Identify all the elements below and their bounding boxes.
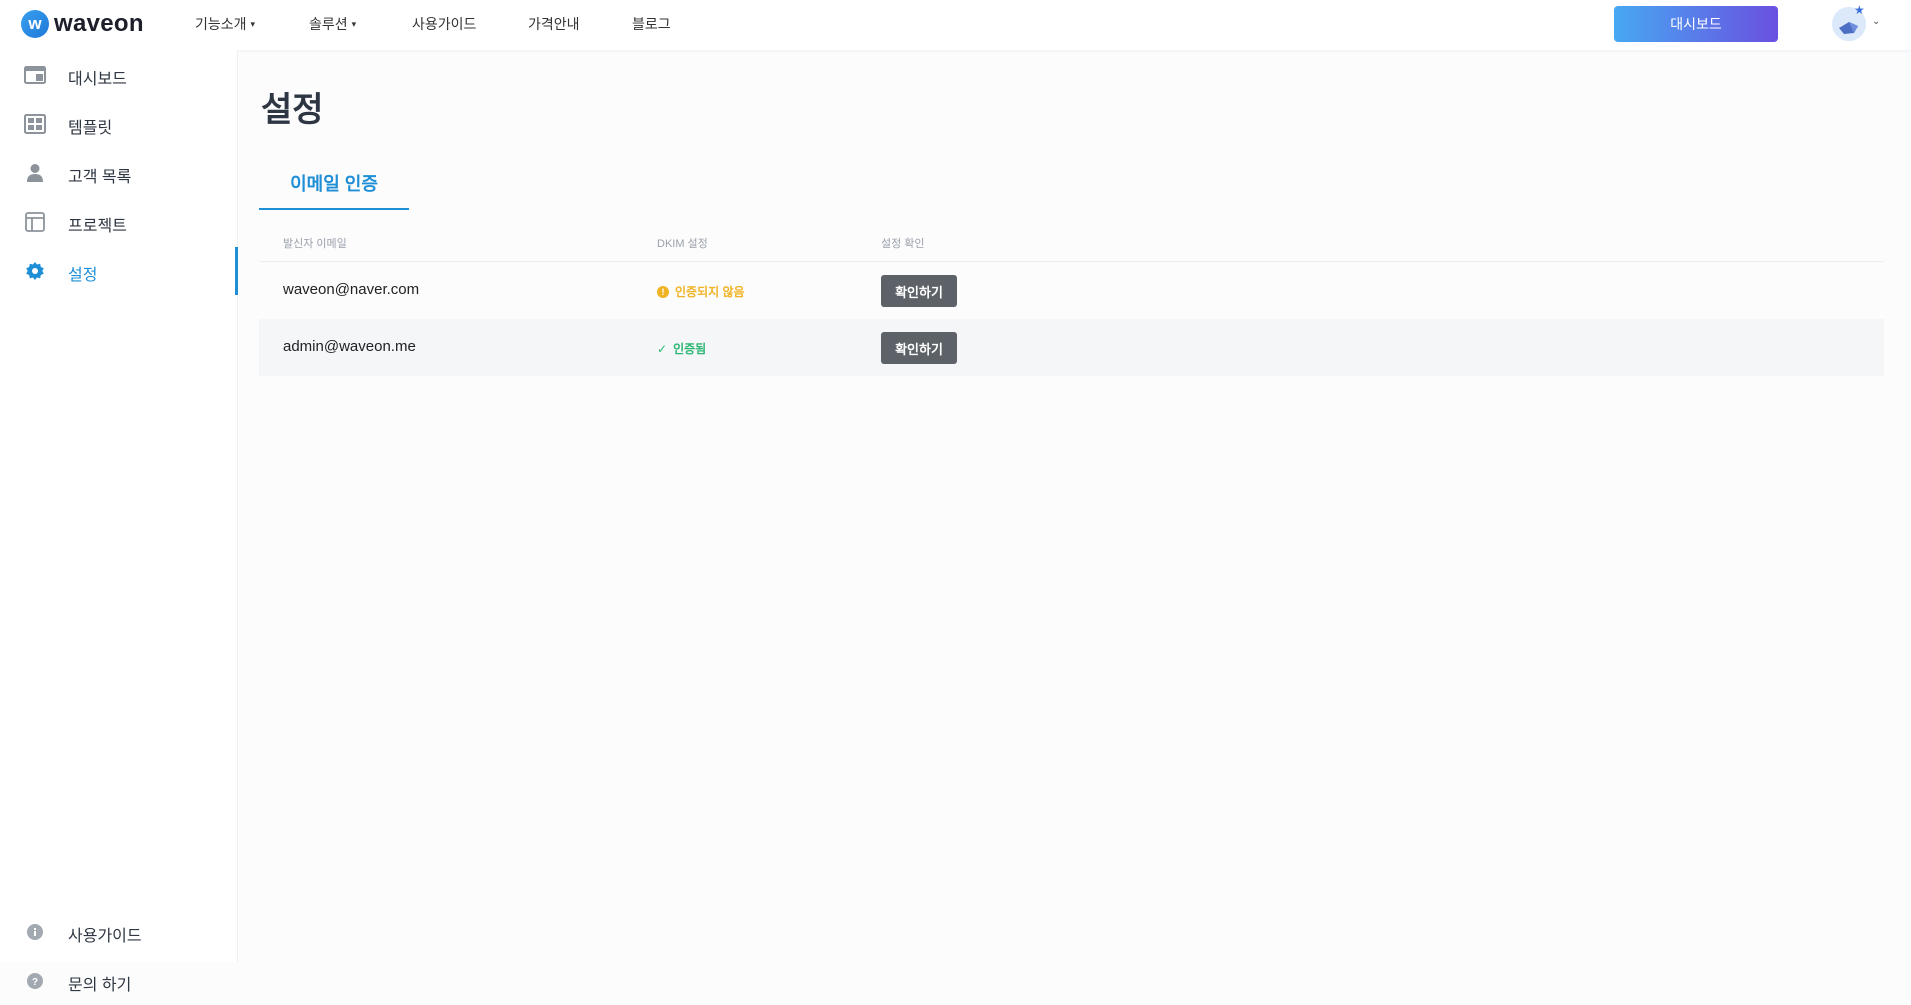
- nav-blog-label: 블로그: [632, 16, 671, 32]
- sidebar-item-dashboard[interactable]: 대시보드: [0, 51, 237, 99]
- nav-solutions[interactable]: 솔루션 ▾: [309, 14, 356, 34]
- confirm-button[interactable]: 확인하기: [881, 275, 957, 307]
- nav-pricing-label: 가격안내: [528, 16, 580, 32]
- check-icon: ✓: [657, 341, 668, 356]
- dashboard-icon: [24, 64, 46, 86]
- sidebar: 대시보드 템플릿 고객 목록 프로젝트 설정 사용가이드 ? 문의 하기: [0, 50, 238, 994]
- sidebar-item-label: 고객 목록: [68, 169, 132, 186]
- sender-email: waveon@naver.com: [283, 281, 420, 298]
- dashboard-button[interactable]: 대시보드: [1614, 6, 1778, 42]
- caret-down-icon: ▾: [351, 18, 357, 29]
- caret-down-icon: ▾: [250, 18, 256, 29]
- column-header-sender-email: 발신자 이메일: [283, 238, 347, 250]
- confirm-button[interactable]: 확인하기: [881, 332, 957, 364]
- question-icon: ?: [24, 970, 46, 992]
- page-title: 설정: [261, 91, 324, 129]
- table-row: waveon@naver.com ! 인증되지 않음 확인하기: [259, 262, 1884, 319]
- gear-icon: [24, 260, 46, 282]
- column-header-confirm: 설정 확인: [881, 238, 925, 250]
- nav-features-label: 기능소개: [195, 16, 247, 32]
- status-text: 인증되지 않음: [675, 285, 745, 299]
- table-header: 발신자 이메일 DKIM 설정 설정 확인: [259, 224, 1884, 262]
- tab-email-verification[interactable]: 이메일 인증: [259, 164, 409, 210]
- top-navbar: w waveon 기능소개 ▾ 솔루션 ▾ 사용가이드 가격안내 블로그 대시보…: [0, 0, 1911, 50]
- sidebar-item-label: 대시보드: [68, 71, 127, 88]
- nav-solutions-label: 솔루션: [309, 16, 348, 32]
- sidebar-item-label: 프로젝트: [68, 218, 127, 235]
- table-row: admin@waveon.me ✓ 인증됨 확인하기: [259, 319, 1884, 376]
- nav-guide-label: 사용가이드: [412, 16, 477, 32]
- badge-star-icon: ★: [1854, 3, 1865, 17]
- brand-logo[interactable]: w waveon: [21, 10, 144, 38]
- sidebar-item-contact[interactable]: ? 문의 하기: [0, 957, 237, 1005]
- sidebar-item-label: 템플릿: [68, 120, 113, 137]
- sidebar-item-customers[interactable]: 고객 목록: [0, 149, 237, 197]
- warning-icon: !: [657, 285, 669, 298]
- sidebar-item-label: 설정: [68, 267, 98, 284]
- nav-blog[interactable]: 블로그: [632, 14, 671, 34]
- nav-pricing[interactable]: 가격안내: [528, 14, 580, 34]
- nav-guide[interactable]: 사용가이드: [412, 14, 476, 34]
- nav-features[interactable]: 기능소개 ▾: [195, 14, 255, 34]
- status-badge: ! 인증되지 않음: [657, 283, 745, 300]
- template-grid-icon: [24, 113, 46, 135]
- chevron-down-icon[interactable]: ⌄: [1872, 16, 1880, 27]
- person-icon: [24, 162, 46, 184]
- column-header-dkim: DKIM 설정: [657, 238, 708, 250]
- svg-text:?: ?: [32, 977, 38, 988]
- sender-email: admin@waveon.me: [283, 338, 416, 355]
- sidebar-item-label: 문의 하기: [68, 977, 132, 994]
- email-table: 발신자 이메일 DKIM 설정 설정 확인 waveon@naver.com !…: [259, 224, 1884, 376]
- status-text: 인증됨: [673, 342, 707, 356]
- sidebar-item-projects[interactable]: 프로젝트: [0, 198, 237, 246]
- sidebar-item-settings[interactable]: 설정: [0, 247, 238, 295]
- sidebar-item-guide[interactable]: 사용가이드: [0, 908, 237, 956]
- layout-icon: [24, 211, 46, 233]
- logo-mark-icon: w: [21, 10, 49, 38]
- sidebar-item-label: 사용가이드: [68, 928, 142, 945]
- info-icon: [24, 921, 46, 943]
- status-badge: ✓ 인증됨: [657, 340, 706, 357]
- logo-text: waveon: [54, 10, 144, 37]
- sidebar-item-templates[interactable]: 템플릿: [0, 100, 237, 148]
